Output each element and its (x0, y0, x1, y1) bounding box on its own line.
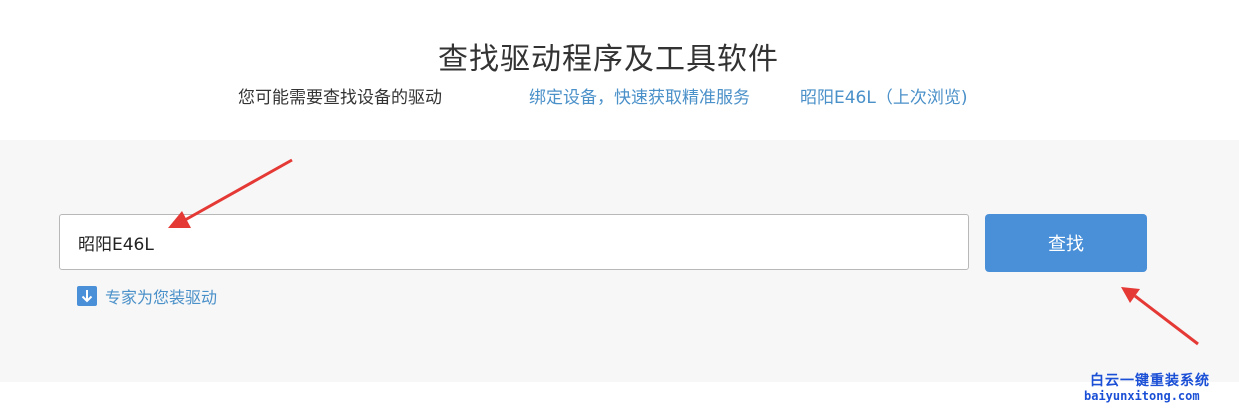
search-input[interactable] (59, 214, 969, 270)
recent-device-link[interactable]: 昭阳E46L（上次浏览) (800, 86, 967, 110)
page-header: 查找驱动程序及工具软件 您可能需要查找设备的驱动 绑定设备，快速获取精准服务 昭… (0, 0, 1239, 140)
expert-install-link[interactable]: 专家为您装驱动 (77, 285, 217, 307)
driver-search-page: 查找驱动程序及工具软件 您可能需要查找设备的驱动 绑定设备，快速获取精准服务 昭… (0, 0, 1239, 411)
search-button[interactable]: 查找 (985, 214, 1147, 272)
watermark-en: baiyunxitong.com (1084, 389, 1200, 403)
page-subtitle: 您可能需要查找设备的驱动 (238, 88, 442, 108)
search-panel: 查找 专家为您装驱动 (0, 140, 1239, 382)
page-title: 查找驱动程序及工具软件 (438, 42, 779, 77)
bind-device-link[interactable]: 绑定设备，快速获取精准服务 (529, 86, 750, 110)
download-icon (77, 286, 97, 306)
expert-install-label: 专家为您装驱动 (105, 288, 218, 307)
